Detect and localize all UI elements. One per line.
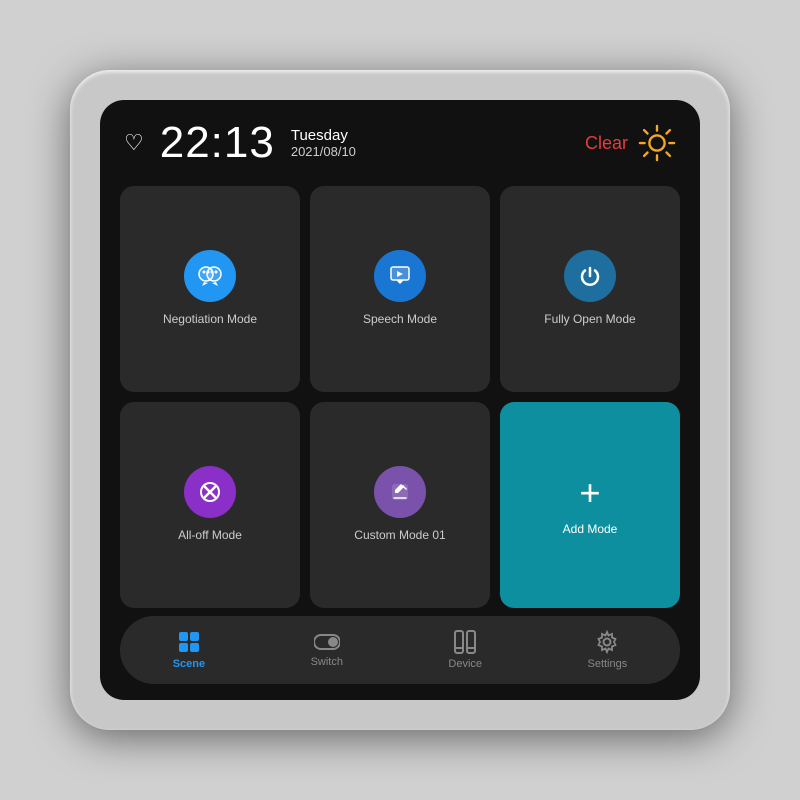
scene-icon [177,630,201,654]
heart-icon: ♡ [124,130,144,156]
all-off-mode-label: All-off Mode [178,528,242,544]
fully-open-mode-button[interactable]: Fully Open Mode [500,186,680,392]
custom-mode-button[interactable]: Custom Mode 01 [310,402,490,608]
fully-open-mode-label: Fully Open Mode [544,312,635,328]
bottom-nav: Scene Switch Device [120,616,680,684]
settings-icon [595,630,619,654]
nav-switch[interactable]: Switch [291,628,363,672]
add-mode-label: Add Mode [563,522,618,538]
speech-mode-label: Speech Mode [363,312,437,328]
mode-grid: Negotiation Mode Speech Mode [100,178,700,616]
all-off-mode-icon [184,466,236,518]
settings-label: Settings [587,658,627,670]
nav-device[interactable]: Device [428,626,502,674]
date-info: Tuesday 2021/08/10 [291,127,356,159]
speech-mode-button[interactable]: Speech Mode [310,186,490,392]
date-string: 2021/08/10 [291,144,356,159]
fully-open-mode-icon [564,250,616,302]
nav-settings[interactable]: Settings [567,626,647,674]
day-name: Tuesday [291,127,356,144]
device-frame: ♡ 22:13 Tuesday 2021/08/10 Clear [70,70,730,730]
negotiation-mode-label: Negotiation Mode [163,312,257,328]
header: ♡ 22:13 Tuesday 2021/08/10 Clear [100,100,700,178]
device-label: Device [448,658,482,670]
negotiation-mode-icon [184,250,236,302]
time-display: 22:13 [160,118,275,168]
add-mode-icon: + [579,472,600,514]
custom-mode-icon [374,466,426,518]
custom-mode-label: Custom Mode 01 [354,528,445,544]
speech-mode-icon [374,250,426,302]
nav-scene[interactable]: Scene [153,626,225,674]
sun-icon [638,124,676,162]
switch-icon [314,632,340,652]
all-off-mode-button[interactable]: All-off Mode [120,402,300,608]
negotiation-mode-button[interactable]: Negotiation Mode [120,186,300,392]
weather-label: Clear [585,133,628,154]
scene-label: Scene [173,658,205,670]
weather-section: Clear [585,124,676,162]
device-screen: ♡ 22:13 Tuesday 2021/08/10 Clear [100,100,700,700]
add-mode-button[interactable]: + Add Mode [500,402,680,608]
switch-label: Switch [311,656,343,668]
device-icon [454,630,476,654]
